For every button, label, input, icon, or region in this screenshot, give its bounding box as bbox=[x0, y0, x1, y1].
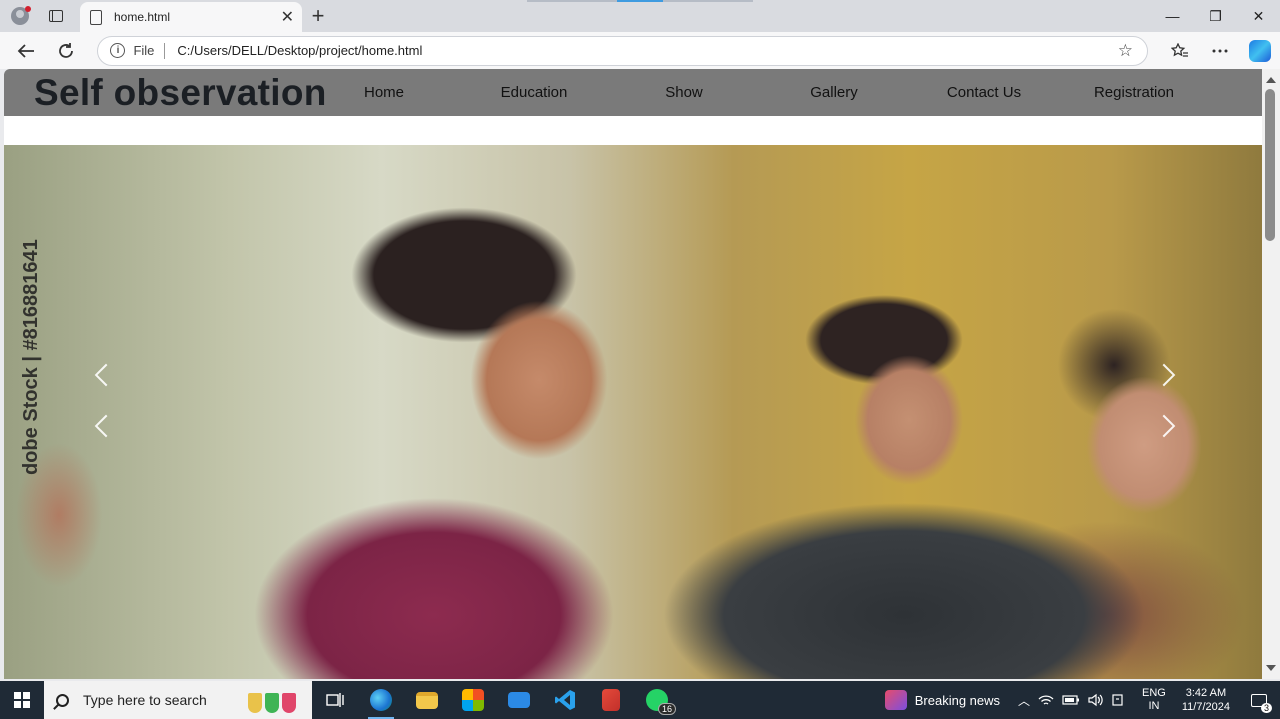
close-window-button[interactable]: ✕ bbox=[1237, 0, 1280, 32]
clock-date: 11/7/2024 bbox=[1181, 701, 1230, 713]
nav-link-gallery[interactable]: Gallery bbox=[759, 69, 909, 116]
windows-logo-icon bbox=[14, 692, 30, 708]
folder-icon bbox=[416, 691, 438, 709]
stock-watermark: dobe Stock | #816881641 bbox=[20, 239, 43, 475]
mail-icon bbox=[508, 692, 530, 708]
browser-tools bbox=[1160, 33, 1280, 69]
taskbar-store[interactable] bbox=[450, 681, 496, 719]
document-icon bbox=[90, 9, 102, 25]
profile-alert-dot bbox=[25, 6, 31, 12]
tab-actions-button[interactable] bbox=[40, 0, 72, 32]
favorite-star-icon[interactable]: ☆ bbox=[1118, 41, 1133, 61]
store-icon bbox=[462, 689, 484, 711]
more-dots-icon bbox=[1212, 49, 1228, 52]
taskbar-file-explorer[interactable] bbox=[404, 681, 450, 719]
favorites-button[interactable] bbox=[1160, 33, 1200, 69]
system-tray: Breaking news ︿ ENG IN 3:42 AM 11/7/2024… bbox=[884, 681, 1280, 719]
browser-tabstrip: home.html ✕ + — ❐ ✕ bbox=[0, 0, 1280, 32]
language-code: ENG bbox=[1142, 687, 1166, 699]
volume-icon[interactable] bbox=[1088, 693, 1104, 707]
page-scrollbar[interactable] bbox=[1262, 69, 1280, 679]
windows-taskbar: Type here to search 16 Breaking news ︿ E… bbox=[0, 681, 1280, 719]
edge-icon bbox=[370, 689, 392, 711]
tab-title: home.html bbox=[114, 10, 171, 24]
minimize-button[interactable]: — bbox=[1151, 0, 1194, 32]
clock-time: 3:42 AM bbox=[1185, 687, 1227, 699]
system-clock[interactable]: 3:42 AM 11/7/2024 bbox=[1182, 686, 1230, 714]
whatsapp-unread-badge: 16 bbox=[657, 703, 676, 715]
site-brand[interactable]: Self observation bbox=[34, 72, 327, 114]
favorites-list-icon bbox=[1170, 42, 1188, 57]
site-navbar: Self observation Home Education Show Gal… bbox=[4, 69, 1262, 116]
back-arrow-icon bbox=[17, 43, 34, 58]
watermark-text: dobe Stock | #816881641 bbox=[20, 239, 42, 475]
taskbar-search[interactable]: Type here to search bbox=[44, 681, 312, 719]
new-tab-button[interactable]: + bbox=[302, 1, 334, 31]
region-code: IN bbox=[1148, 700, 1160, 712]
nav-link-show[interactable]: Show bbox=[609, 69, 759, 116]
window-controls: — ❐ ✕ bbox=[1151, 0, 1280, 32]
maximize-button[interactable]: ❐ bbox=[1194, 0, 1237, 32]
back-button[interactable] bbox=[8, 33, 44, 69]
wifi-icon[interactable] bbox=[1038, 693, 1054, 707]
news-widget[interactable]: Breaking news bbox=[884, 690, 1001, 710]
news-icon bbox=[884, 690, 907, 710]
profile-button[interactable] bbox=[0, 0, 40, 32]
tab-actions-icon bbox=[49, 10, 63, 22]
scroll-thumb[interactable] bbox=[1265, 89, 1275, 241]
copilot-button[interactable] bbox=[1240, 33, 1280, 69]
app-launcher-icon bbox=[602, 689, 620, 711]
search-highlight-flasks-icon bbox=[248, 687, 300, 713]
page-viewport: Self observation Home Education Show Gal… bbox=[4, 69, 1262, 679]
site-menu: Home Education Show Gallery Contact Us R… bbox=[309, 69, 1209, 116]
address-separator bbox=[164, 42, 166, 59]
notification-center-button[interactable]: 3 bbox=[1244, 681, 1274, 719]
hero-carousel: dobe Stock | #816881641 bbox=[4, 145, 1262, 679]
task-view-icon bbox=[326, 693, 344, 707]
loading-indicator bbox=[527, 0, 753, 2]
taskbar-whatsapp[interactable]: 16 bbox=[634, 681, 680, 719]
browser-tab[interactable]: home.html ✕ bbox=[80, 2, 302, 32]
search-icon bbox=[56, 693, 69, 707]
vscode-icon bbox=[555, 690, 575, 710]
input-language[interactable]: ENG IN bbox=[1142, 687, 1166, 713]
nav-link-education[interactable]: Education bbox=[459, 69, 609, 116]
browser-toolbar: i File C:/Users/DELL/Desktop/project/hom… bbox=[0, 32, 1280, 69]
taskbar-app-red[interactable] bbox=[588, 681, 634, 719]
refresh-button[interactable] bbox=[48, 33, 84, 69]
nav-link-home[interactable]: Home bbox=[309, 69, 459, 116]
tray-icons: ︿ bbox=[1018, 692, 1124, 709]
nav-link-contact-us[interactable]: Contact Us bbox=[909, 69, 1059, 116]
close-tab-button[interactable]: ✕ bbox=[281, 7, 294, 27]
notification-count: 3 bbox=[1260, 703, 1272, 713]
scroll-up-icon[interactable] bbox=[1266, 77, 1276, 83]
task-view-button[interactable] bbox=[312, 681, 358, 719]
hero-image bbox=[4, 145, 1262, 679]
battery-icon[interactable] bbox=[1062, 695, 1080, 705]
copilot-icon bbox=[1248, 39, 1271, 62]
nav-link-registration[interactable]: Registration bbox=[1059, 69, 1209, 116]
address-bar[interactable]: i File C:/Users/DELL/Desktop/project/hom… bbox=[97, 35, 1148, 66]
taskbar-edge[interactable] bbox=[358, 681, 404, 719]
device-icon[interactable] bbox=[1112, 693, 1124, 707]
news-label: Breaking news bbox=[914, 692, 1001, 708]
scheme-label: File bbox=[133, 43, 155, 58]
start-button[interactable] bbox=[0, 681, 44, 719]
site-info-icon[interactable]: i bbox=[110, 43, 126, 58]
show-hidden-icons-chevron-icon[interactable]: ︿ bbox=[1018, 692, 1030, 709]
refresh-icon bbox=[58, 42, 73, 58]
search-placeholder: Type here to search bbox=[83, 692, 207, 708]
taskbar-vscode[interactable] bbox=[542, 681, 588, 719]
taskbar-mail[interactable] bbox=[496, 681, 542, 719]
more-menu-button[interactable] bbox=[1200, 33, 1240, 69]
scroll-down-icon[interactable] bbox=[1266, 665, 1276, 671]
url-text[interactable]: C:/Users/DELL/Desktop/project/home.html bbox=[177, 43, 1117, 58]
